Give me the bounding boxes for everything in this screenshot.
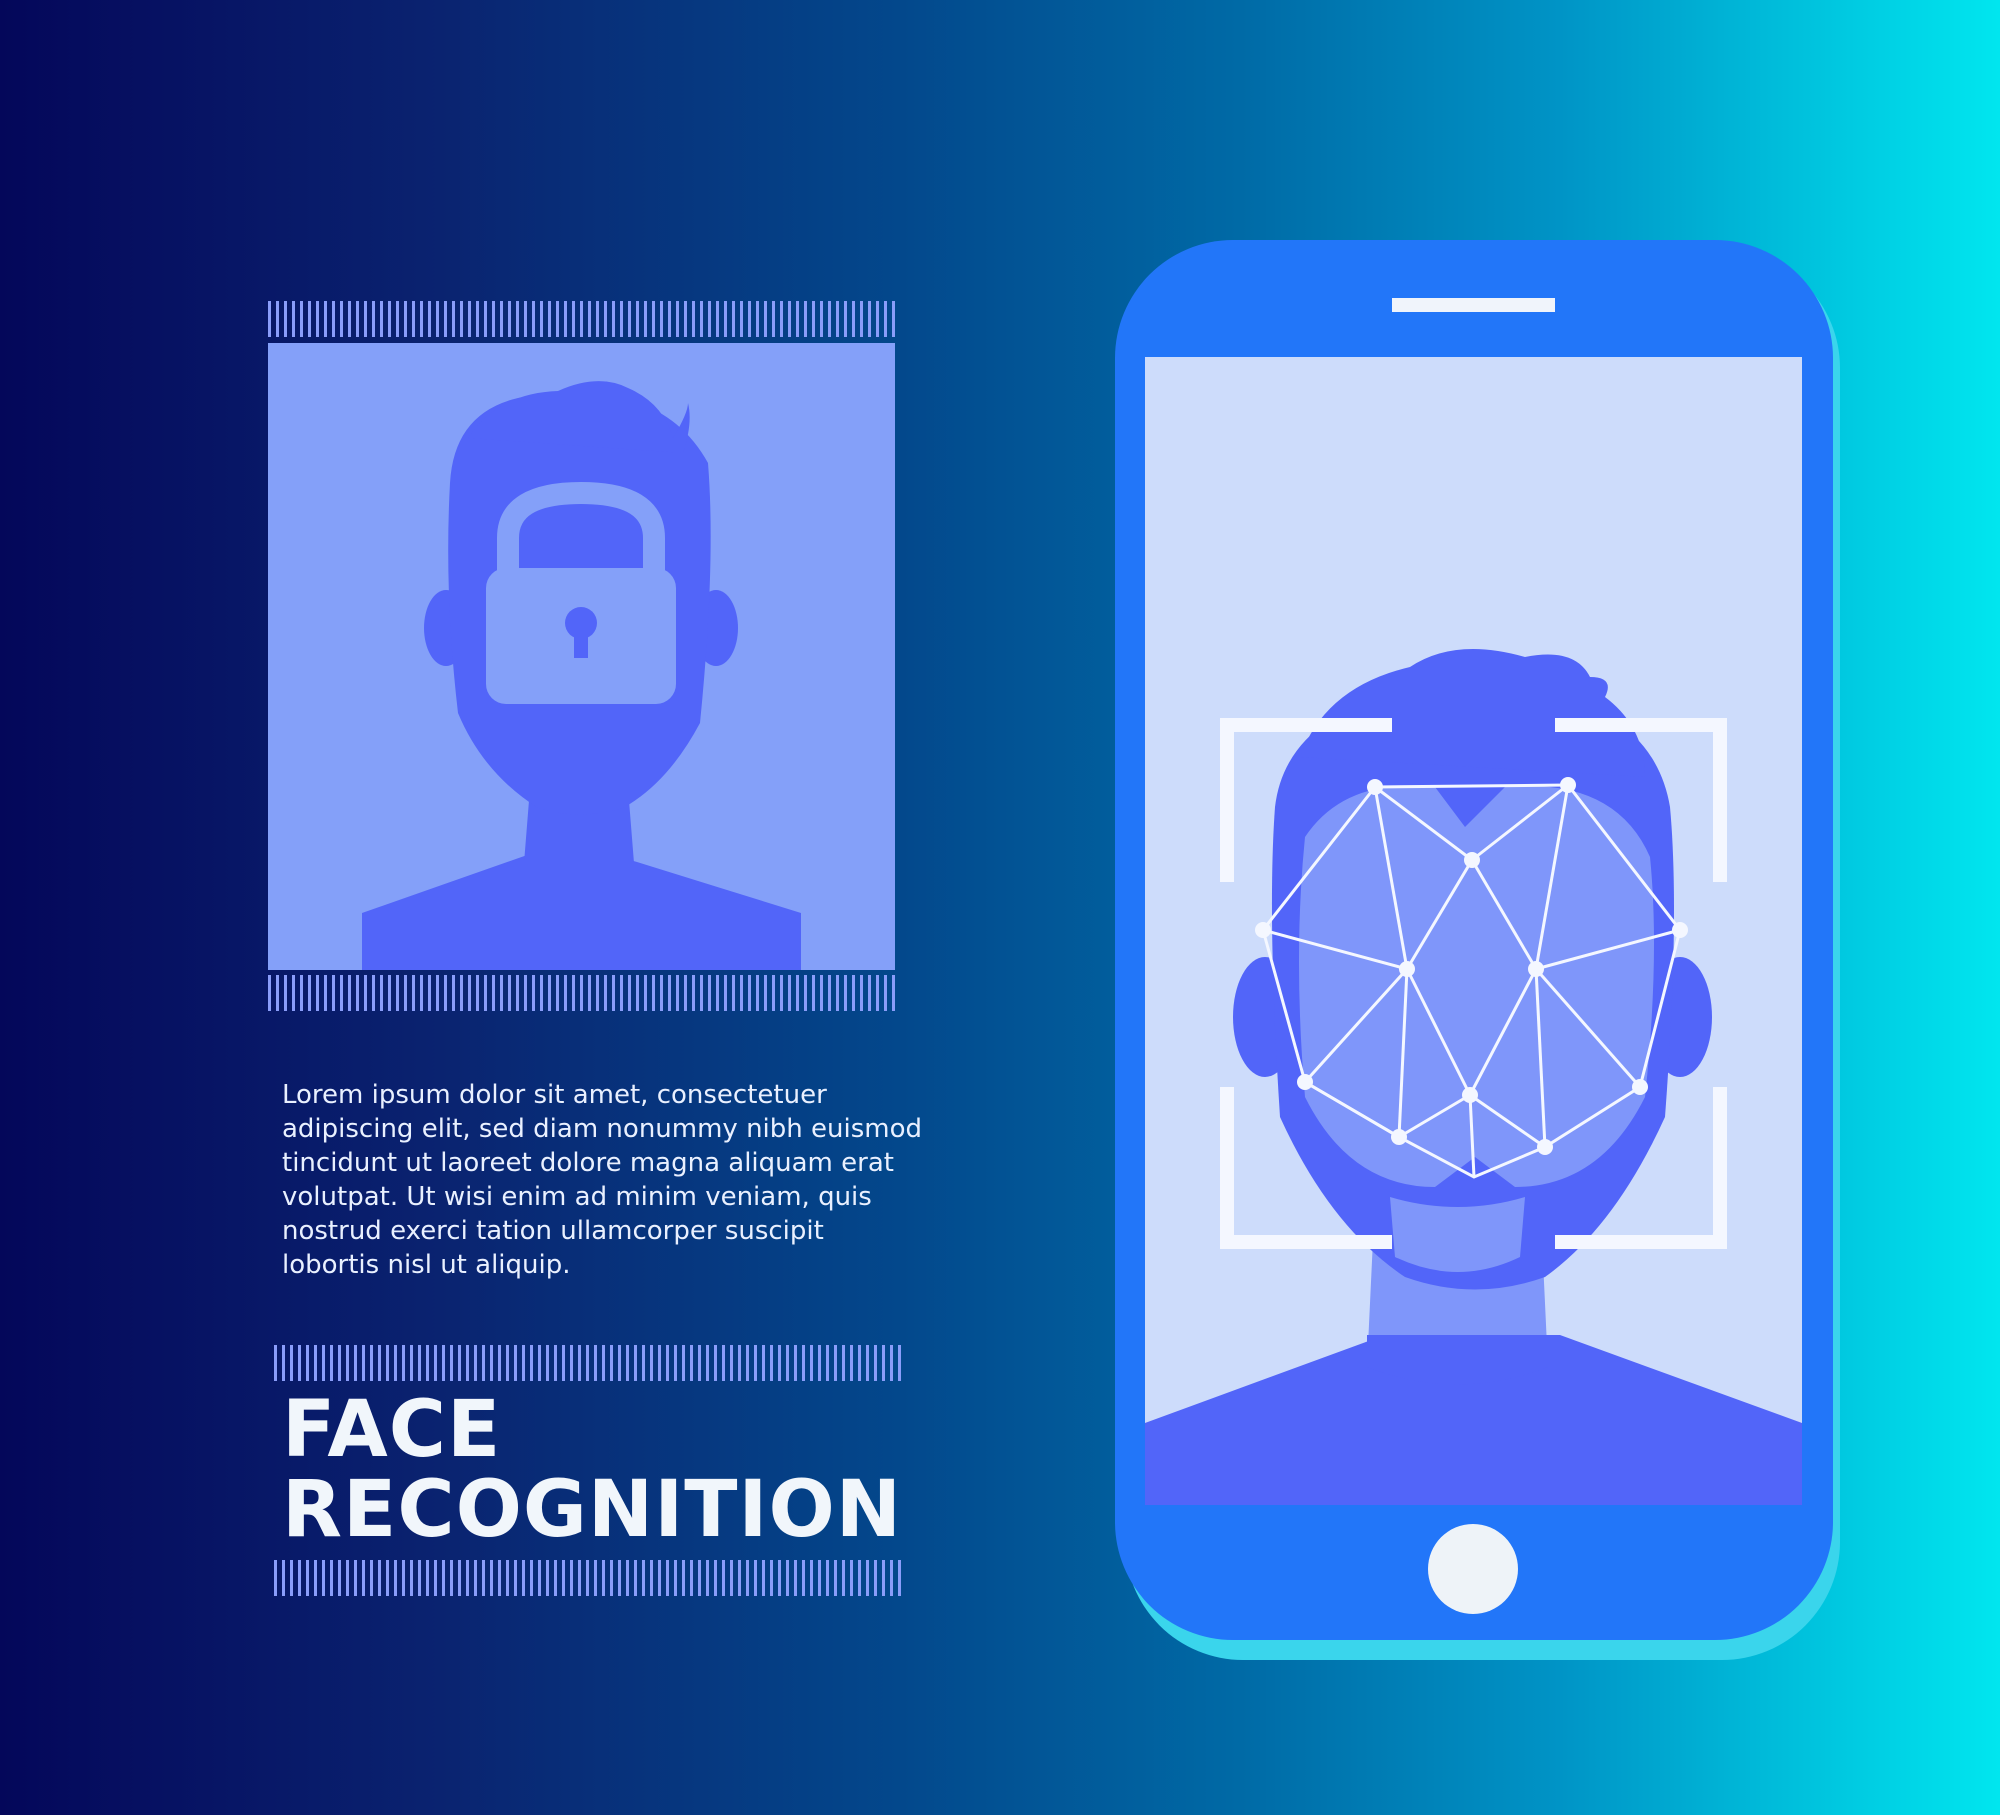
face-scan-mesh-icon xyxy=(1145,649,1802,1505)
home-button-icon[interactable] xyxy=(1428,1524,1518,1614)
decorative-stripe-title-bottom xyxy=(274,1560,906,1596)
page-title: FACE RECOGNITION xyxy=(282,1390,902,1550)
decorative-stripe-title-top xyxy=(274,1345,906,1381)
locked-profile-photo xyxy=(268,343,895,970)
description-text: Lorem ipsum dolor sit amet, consectetuer… xyxy=(282,1080,923,1280)
phone-screen xyxy=(1145,357,1802,1505)
title-line-2: RECOGNITION xyxy=(282,1465,903,1555)
decorative-stripe-bottom xyxy=(268,975,898,1011)
phone-speaker xyxy=(1392,298,1555,312)
decorative-stripe-top xyxy=(268,301,898,337)
title-line-1: FACE xyxy=(282,1385,502,1475)
locked-avatar-icon xyxy=(362,381,801,970)
